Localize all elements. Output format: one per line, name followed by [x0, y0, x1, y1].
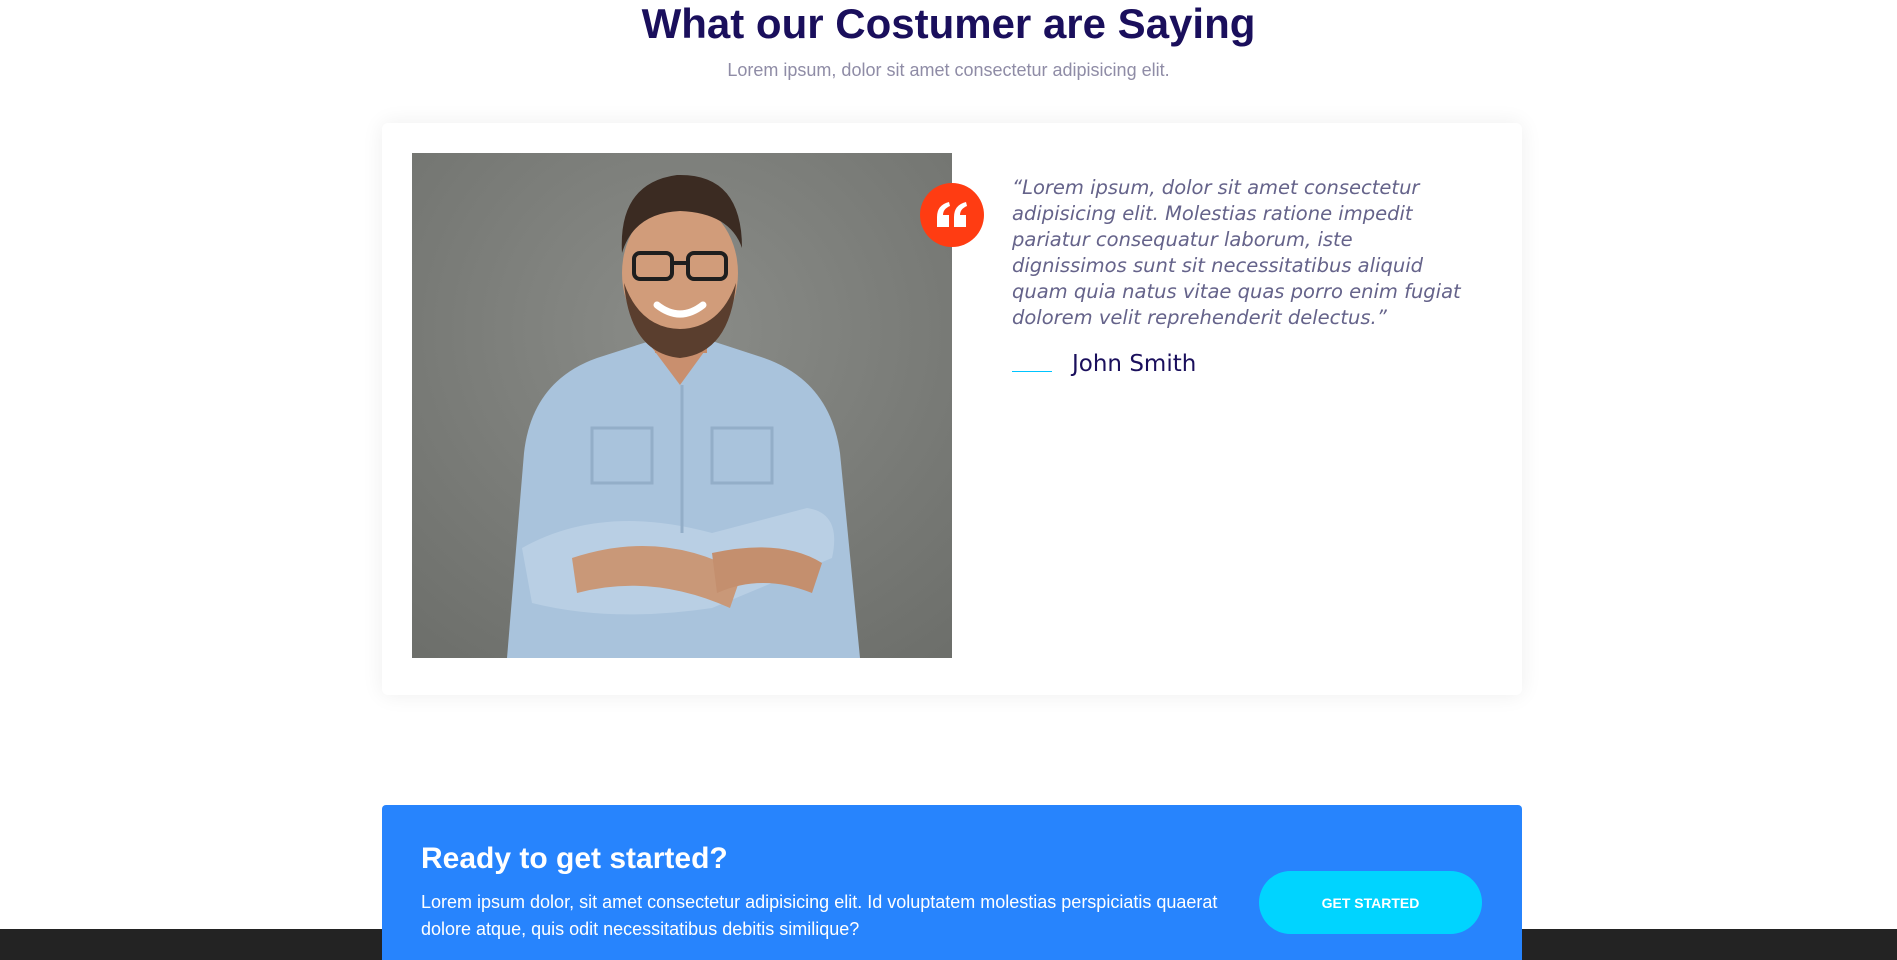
- testimonial-quote: “Lorem ipsum, dolor sit amet consectetur…: [1012, 176, 1461, 329]
- section-title: What our Costumer are Saying: [641, 0, 1256, 47]
- page: What our Costumer are Saying Lorem ipsum…: [0, 0, 1897, 960]
- author-row: John Smith: [1012, 351, 1196, 377]
- customer-photo: [412, 153, 952, 658]
- section-subtitle: Lorem ipsum, dolor sit amet consectetur …: [727, 60, 1170, 80]
- get-started-button[interactable]: GET STARTED: [1259, 871, 1482, 934]
- quote-icon: [920, 183, 984, 247]
- cta-description: Lorem ipsum dolor, sit amet consectetur …: [421, 892, 1218, 939]
- author-divider: [1012, 370, 1052, 372]
- testimonial-card: “Lorem ipsum, dolor sit amet consectetur…: [382, 123, 1522, 695]
- cta-banner: Ready to get started? Lorem ipsum dolor,…: [382, 805, 1522, 960]
- author-name: John Smith: [1072, 351, 1197, 377]
- cta-title: Ready to get started?: [421, 842, 728, 875]
